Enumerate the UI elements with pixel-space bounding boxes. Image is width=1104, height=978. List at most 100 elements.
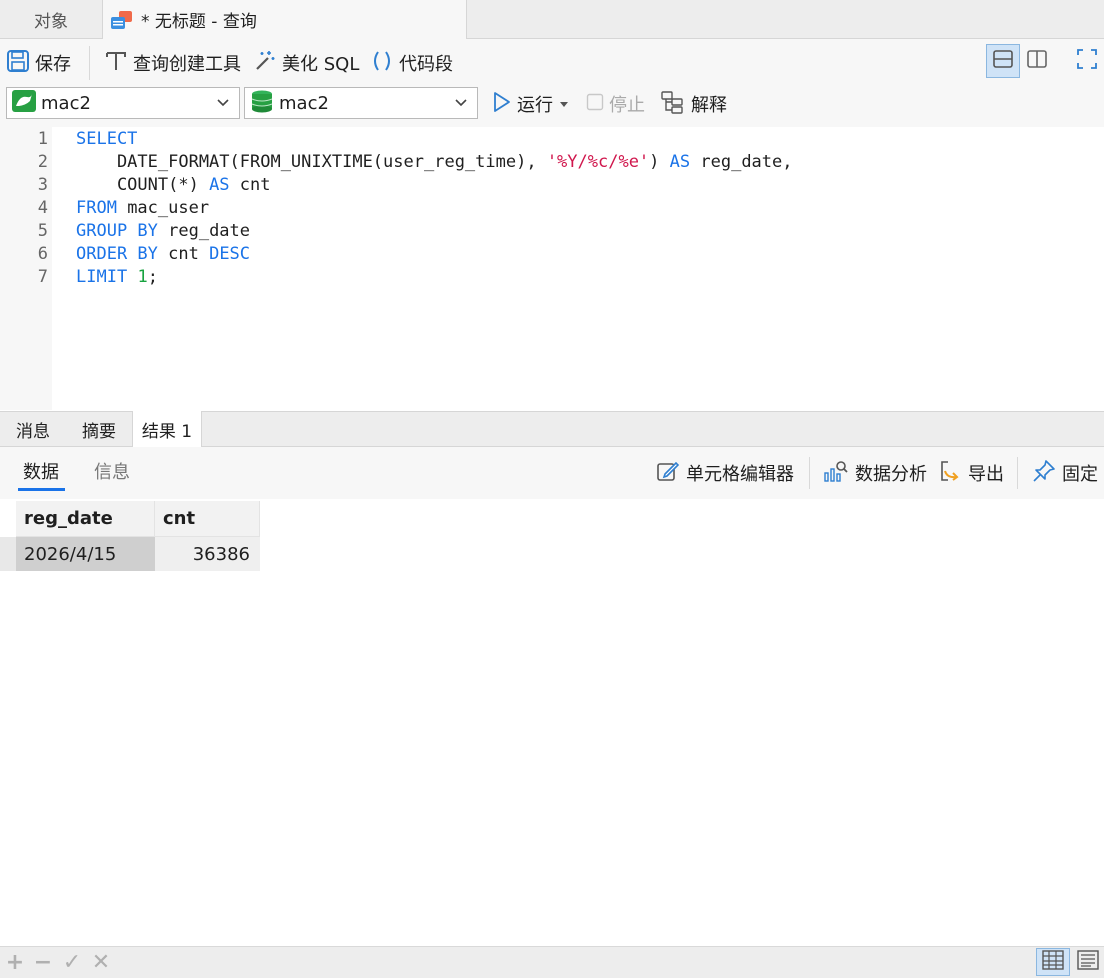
code-line[interactable]: LIMIT 1; bbox=[76, 267, 158, 287]
tab-messages[interactable]: 消息 bbox=[0, 411, 66, 447]
row-selector[interactable] bbox=[0, 537, 16, 571]
tab-summary-label: 摘要 bbox=[82, 421, 116, 442]
result-tool-divider bbox=[1017, 457, 1018, 489]
sql-keyword: AS bbox=[669, 152, 691, 172]
sql-token: mac_user bbox=[116, 198, 210, 218]
layout-vertical-button[interactable] bbox=[1020, 44, 1054, 78]
line-number: 2 bbox=[37, 152, 48, 172]
caret-down-icon[interactable] bbox=[558, 94, 570, 115]
data-analysis-label: 数据分析 bbox=[855, 464, 927, 485]
code-line[interactable]: COUNT(*) AS cnt bbox=[76, 175, 271, 195]
result-status-bar bbox=[0, 946, 1104, 978]
form-view-button[interactable] bbox=[1072, 948, 1104, 976]
chart-search-icon bbox=[823, 459, 849, 488]
result-tool-divider bbox=[809, 457, 810, 489]
sql-keyword: GROUP BY bbox=[76, 221, 158, 241]
stop-button[interactable]: 停止 bbox=[586, 82, 645, 126]
line-number: 7 bbox=[37, 267, 48, 287]
discard-changes-icon[interactable]: ✕ bbox=[90, 946, 112, 978]
connection-icon bbox=[11, 89, 37, 118]
cell-editor-label: 单元格编辑器 bbox=[686, 464, 794, 485]
query-builder-icon bbox=[104, 49, 128, 78]
subtab-data-label: 数据 bbox=[23, 462, 59, 483]
fullscreen-icon bbox=[1076, 48, 1098, 75]
column-header-reg-date[interactable]: reg_date bbox=[16, 501, 155, 537]
column-header-label: reg_date bbox=[24, 508, 113, 529]
table-cell-cnt[interactable]: 36386 bbox=[155, 537, 260, 571]
chevron-down-icon bbox=[453, 94, 469, 115]
export-label: 导出 bbox=[968, 464, 1004, 485]
sql-keyword: SELECT bbox=[76, 129, 138, 149]
apply-changes-icon[interactable]: ✓ bbox=[61, 946, 83, 978]
tab-objects[interactable]: 对象 bbox=[0, 0, 103, 38]
code-line[interactable]: FROM mac_user bbox=[76, 198, 209, 218]
export-button[interactable]: 导出 bbox=[938, 447, 1004, 499]
split-horizontal-icon bbox=[992, 48, 1014, 75]
sql-string: '%Y/%c/%e' bbox=[546, 152, 650, 172]
sql-token: COUNT(*) bbox=[76, 175, 210, 195]
beautify-sql-label: 美化 SQL bbox=[282, 54, 360, 75]
active-subtab-indicator bbox=[18, 488, 65, 491]
column-header-cnt[interactable]: cnt bbox=[155, 501, 260, 537]
pin-icon bbox=[1032, 459, 1056, 488]
cell-editor-button[interactable]: 单元格编辑器 bbox=[656, 447, 794, 499]
sql-keyword: LIMIT bbox=[76, 267, 128, 287]
database-select[interactable]: mac2 bbox=[244, 87, 478, 119]
grid-view-button[interactable] bbox=[1036, 948, 1070, 976]
form-view-icon bbox=[1077, 949, 1099, 975]
sql-token: reg_date bbox=[157, 221, 251, 241]
database-value: mac2 bbox=[279, 92, 329, 114]
table-cell-reg-date[interactable]: 2026/4/15 bbox=[16, 537, 155, 571]
code-snippet-button[interactable]: 代码段 bbox=[370, 39, 453, 87]
tab-query[interactable]: * 无标题 - 查询 bbox=[103, 0, 467, 39]
code-line[interactable]: GROUP BY reg_date bbox=[76, 221, 250, 241]
sql-keyword: DESC bbox=[209, 244, 251, 264]
line-number: 4 bbox=[37, 198, 48, 218]
connection-select[interactable]: mac2 bbox=[6, 87, 240, 119]
code-line[interactable]: SELECT bbox=[76, 129, 137, 149]
tab-objects-label: 对象 bbox=[34, 11, 68, 32]
chevron-down-icon bbox=[215, 94, 231, 115]
sql-token: ) bbox=[649, 152, 670, 172]
tab-result-1-label: 结果 1 bbox=[141, 421, 193, 442]
parentheses-icon bbox=[370, 49, 394, 78]
fullscreen-button[interactable] bbox=[1070, 44, 1104, 78]
layout-horizontal-button[interactable] bbox=[986, 44, 1020, 78]
run-button[interactable]: 运行 bbox=[492, 82, 570, 126]
code-line[interactable]: ORDER BY cnt DESC bbox=[76, 244, 250, 264]
beautify-sql-button[interactable]: 美化 SQL bbox=[253, 39, 359, 87]
play-icon bbox=[492, 91, 512, 118]
sql-keyword: AS bbox=[209, 175, 230, 195]
stop-label: 停止 bbox=[609, 95, 645, 116]
explain-icon bbox=[660, 90, 686, 119]
tab-result-1[interactable]: 结果 1 bbox=[132, 411, 202, 447]
grid-view-icon bbox=[1042, 949, 1064, 975]
save-button[interactable]: 保存 bbox=[6, 39, 71, 87]
sql-token: cnt bbox=[157, 244, 210, 264]
pin-label: 固定 bbox=[1062, 464, 1098, 485]
stop-icon bbox=[586, 93, 604, 116]
tab-summary[interactable]: 摘要 bbox=[66, 411, 132, 447]
explain-button[interactable]: 解释 bbox=[660, 82, 727, 126]
export-icon bbox=[938, 459, 962, 488]
subtab-info[interactable]: 信息 bbox=[94, 447, 130, 495]
cell-value: 36386 bbox=[192, 543, 250, 565]
delete-record-icon[interactable]: − bbox=[32, 946, 54, 978]
sql-keyword: FROM bbox=[76, 198, 117, 218]
subtab-info-label: 信息 bbox=[94, 462, 130, 483]
cell-value: 2026/4/15 bbox=[24, 543, 117, 565]
pin-button[interactable]: 固定 bbox=[1032, 447, 1098, 499]
save-icon bbox=[6, 49, 30, 78]
code-line[interactable]: DATE_FORMAT(FROM_UNIXTIME(user_reg_time)… bbox=[76, 152, 793, 172]
row-header-corner bbox=[0, 501, 16, 537]
toolbar-divider bbox=[89, 46, 90, 80]
query-builder-button[interactable]: 查询创建工具 bbox=[104, 39, 241, 87]
tab-messages-label: 消息 bbox=[16, 421, 50, 442]
data-analysis-button[interactable]: 数据分析 bbox=[823, 447, 927, 499]
sql-token: ; bbox=[147, 267, 158, 287]
add-record-icon[interactable]: + bbox=[4, 946, 26, 978]
database-icon bbox=[249, 89, 275, 118]
split-vertical-icon bbox=[1026, 48, 1048, 75]
sql-number: 1 bbox=[137, 267, 148, 287]
